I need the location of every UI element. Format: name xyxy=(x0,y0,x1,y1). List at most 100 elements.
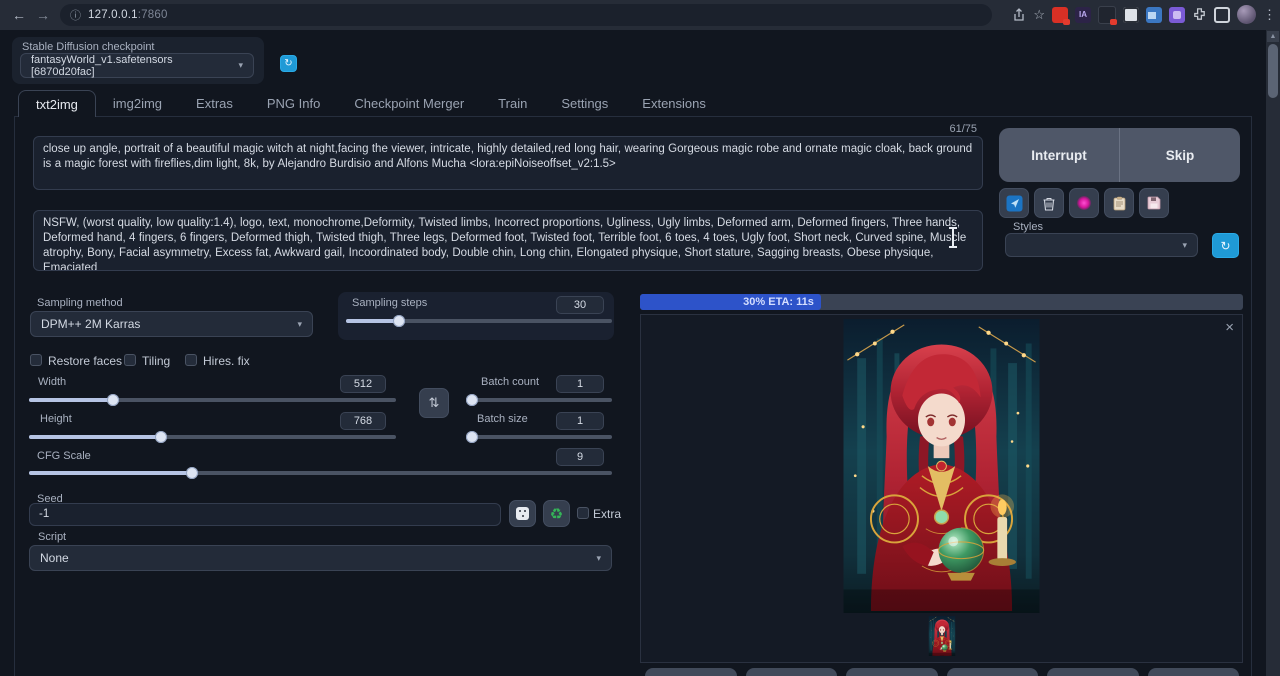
hires-fix-label: Hires. fix xyxy=(203,354,250,368)
gallery-action-row xyxy=(645,668,1239,676)
width-value[interactable]: 512 xyxy=(340,375,386,393)
tiling-checkbox[interactable] xyxy=(124,354,136,366)
cfg-scale-value[interactable]: 9 xyxy=(556,448,604,466)
gallery-action-button[interactable] xyxy=(846,668,938,676)
batch-count-value[interactable]: 1 xyxy=(556,375,604,393)
height-value[interactable]: 768 xyxy=(340,412,386,430)
swap-icon: ⇅ xyxy=(429,395,440,411)
progress-bar: 30% ETA: 11s xyxy=(640,294,1243,310)
tab-extras[interactable]: Extras xyxy=(179,90,250,117)
tab-txt2img[interactable]: txt2img xyxy=(18,90,96,117)
cfg-scale-slider[interactable] xyxy=(29,467,612,479)
extensions-puzzle-icon[interactable] xyxy=(1192,7,1207,22)
generated-image-preview[interactable] xyxy=(843,319,1040,613)
extension-icon-blue[interactable] xyxy=(1146,7,1162,23)
swap-dimensions-button[interactable]: ⇅ xyxy=(419,388,449,418)
back-icon[interactable]: ← xyxy=(8,5,30,25)
sampling-method-label: Sampling method xyxy=(37,297,123,309)
styles-label: Styles xyxy=(1013,221,1043,233)
interrupt-button[interactable]: Interrupt xyxy=(999,128,1119,182)
height-slider[interactable] xyxy=(29,431,396,443)
gallery-action-button[interactable] xyxy=(1047,668,1139,676)
negative-prompt-input[interactable]: NSFW, (worst quality, low quality:1.4), … xyxy=(33,210,983,271)
extension-icon-purple[interactable] xyxy=(1169,7,1185,23)
close-preview-icon[interactable]: × xyxy=(1225,321,1234,335)
skip-button[interactable]: Skip xyxy=(1120,128,1240,182)
browser-toolbar: ← → ↻ ⓘ 127.0.0.1:7860 ☆ IA ⋮ xyxy=(0,0,1280,30)
script-dropdown[interactable]: None▾ xyxy=(29,545,612,571)
tab-extensions[interactable]: Extensions xyxy=(625,90,723,117)
forward-icon[interactable]: → xyxy=(32,5,54,25)
preview-gallery: × xyxy=(640,314,1243,663)
tab-checkpoint-merger[interactable]: Checkpoint Merger xyxy=(337,90,481,117)
script-label: Script xyxy=(38,531,66,543)
tab-bar: txt2img img2img Extras PNG Info Checkpoi… xyxy=(18,90,723,117)
save-style-button[interactable] xyxy=(1139,188,1169,218)
gallery-action-button[interactable] xyxy=(1148,668,1240,676)
sampling-steps-value[interactable]: 30 xyxy=(556,296,604,314)
sampling-method-dropdown[interactable]: DPM++ 2M Karras▾ xyxy=(30,311,313,337)
profile-avatar[interactable] xyxy=(1237,5,1256,24)
reuse-seed-button[interactable]: ♻ xyxy=(543,500,570,527)
apply-style-button[interactable] xyxy=(1104,188,1134,218)
bookmark-star-icon[interactable]: ☆ xyxy=(1033,7,1045,23)
extension-icon-notes[interactable] xyxy=(1123,7,1139,23)
hires-fix-checkbox[interactable] xyxy=(185,354,197,366)
checkpoint-dropdown[interactable]: fantasyWorld_v1.safetensors [6870d20fac]… xyxy=(20,53,254,78)
page-scrollbar[interactable]: ▲ xyxy=(1266,30,1280,676)
extension-icon-red[interactable] xyxy=(1052,7,1068,23)
paste-generation-params-button[interactable] xyxy=(999,188,1029,218)
palette-icon xyxy=(1077,196,1091,210)
restore-faces-checkbox[interactable] xyxy=(30,354,42,366)
extra-seed-checkbox[interactable] xyxy=(577,507,589,519)
extension-icon-dark[interactable] xyxy=(1098,6,1116,24)
sampling-steps-slider[interactable] xyxy=(346,315,612,327)
width-slider[interactable] xyxy=(29,394,396,406)
tab-settings[interactable]: Settings xyxy=(544,90,625,117)
address-bar[interactable]: ⓘ 127.0.0.1:7860 xyxy=(60,4,992,26)
trash-icon xyxy=(1042,196,1056,211)
recycle-icon: ♻ xyxy=(550,505,563,523)
chevron-down-icon: ▾ xyxy=(1182,240,1187,251)
menu-dots-icon[interactable]: ⋮ xyxy=(1263,7,1276,23)
checkpoint-refresh-button[interactable]: ↻ xyxy=(280,55,297,72)
cfg-scale-label: CFG Scale xyxy=(37,450,91,462)
seed-input[interactable]: -1 xyxy=(29,503,501,526)
batch-count-slider[interactable] xyxy=(468,394,612,406)
extra-networks-button[interactable] xyxy=(1069,188,1099,218)
restore-faces-label: Restore faces xyxy=(48,354,122,368)
batch-size-slider[interactable] xyxy=(468,431,612,443)
interrupt-skip-group: Interrupt Skip xyxy=(999,128,1240,182)
tab-png-info[interactable]: PNG Info xyxy=(250,90,337,117)
extra-seed-label: Extra xyxy=(593,507,621,521)
site-info-icon[interactable]: ⓘ xyxy=(70,7,81,23)
gallery-thumbnail[interactable] xyxy=(926,616,958,656)
extension-icon-ia[interactable]: IA xyxy=(1075,7,1091,23)
floppy-save-icon xyxy=(1147,196,1161,210)
chevron-down-icon: ▾ xyxy=(596,553,601,564)
scrollbar-thumb[interactable] xyxy=(1268,44,1278,98)
chevron-down-icon: ▾ xyxy=(238,60,243,71)
tab-img2img[interactable]: img2img xyxy=(96,90,179,117)
app-window: ← → ↻ ⓘ 127.0.0.1:7860 ☆ IA ⋮ Stable Dif… xyxy=(0,0,1280,676)
styles-refresh-button[interactable]: ↻ xyxy=(1212,233,1239,258)
gallery-action-button[interactable] xyxy=(645,668,737,676)
gallery-action-button[interactable] xyxy=(947,668,1039,676)
sampling-steps-label: Sampling steps xyxy=(352,297,427,309)
batch-count-label: Batch count xyxy=(481,376,539,388)
chevron-down-icon: ▾ xyxy=(297,319,302,330)
clear-prompt-button[interactable] xyxy=(1034,188,1064,218)
text-cursor xyxy=(952,227,954,248)
width-label: Width xyxy=(38,376,66,388)
sidebar-toggle-icon[interactable] xyxy=(1214,7,1230,23)
scrollbar-up-arrow[interactable]: ▲ xyxy=(1267,31,1279,42)
url-text: 127.0.0.1:7860 xyxy=(88,9,168,21)
prompt-input[interactable]: close up angle, portrait of a beautiful … xyxy=(33,136,983,190)
gallery-action-button[interactable] xyxy=(746,668,838,676)
random-seed-button[interactable] xyxy=(509,500,536,527)
tab-train[interactable]: Train xyxy=(481,90,544,117)
paste-arrow-icon xyxy=(1006,195,1023,212)
share-icon[interactable] xyxy=(1012,8,1026,22)
styles-dropdown[interactable]: ▾ xyxy=(1005,233,1198,257)
batch-size-value[interactable]: 1 xyxy=(556,412,604,430)
